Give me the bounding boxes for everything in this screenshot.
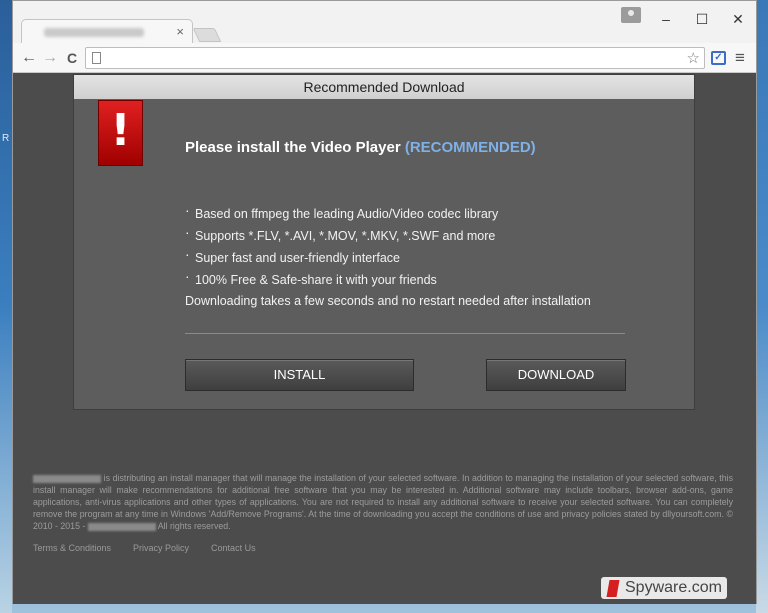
extension-check-icon[interactable]: ✓ — [711, 51, 726, 65]
address-bar[interactable]: ☆ — [85, 47, 705, 69]
watermark-text: Spyware.com — [625, 579, 722, 596]
maximize-button[interactable]: ☐ — [684, 1, 720, 37]
address-input[interactable] — [108, 50, 678, 66]
browser-window: × – ☐ ✕ ← → C ☆ ✓ ≡ Recommended Download… — [12, 0, 757, 604]
window-controls: – ☐ ✕ — [648, 1, 756, 37]
divider — [185, 333, 625, 334]
page-content: Recommended Download ! Please install th… — [13, 74, 756, 604]
new-tab-button[interactable] — [192, 28, 222, 42]
list-item: 100% Free & Safe-share it with your frie… — [185, 265, 498, 291]
list-item: Based on ffmpeg the leading Audio/Video … — [185, 199, 498, 225]
terms-link[interactable]: Terms & Conditions — [33, 543, 111, 553]
title-bar: × – ☐ ✕ — [13, 1, 756, 45]
footer-links: Terms & Conditions Privacy Policy Contac… — [33, 543, 256, 553]
privacy-link[interactable]: Privacy Policy — [133, 543, 189, 553]
watermark: Spyware.com — [601, 577, 727, 599]
legal-disclaimer: is distributing an install manager that … — [33, 472, 733, 532]
download-note: Downloading takes a few seconds and no r… — [185, 294, 591, 308]
redacted-company-name — [33, 474, 101, 483]
list-item: Super fast and user-friendly interface — [185, 243, 498, 269]
dialog-headline: Please install the Video Player (RECOMME… — [185, 139, 536, 156]
exclamation-glyph: ! — [110, 105, 131, 156]
tab-close-icon[interactable]: × — [176, 24, 184, 39]
dialog-title: Recommended Download — [74, 75, 694, 99]
alert-icon: ! — [98, 100, 143, 166]
back-icon[interactable]: ← — [19, 48, 39, 68]
download-dialog: Recommended Download ! Please install th… — [73, 74, 695, 410]
desktop-edge-text: R — [2, 133, 10, 144]
install-button[interactable]: INSTALL — [185, 359, 414, 391]
list-item: Supports *.FLV, *.AVI, *.MOV, *.MKV, *.S… — [185, 221, 498, 247]
headline-text: Please install the Video Player — [185, 139, 401, 156]
profile-icon[interactable] — [621, 7, 641, 23]
reload-icon[interactable]: C — [62, 48, 82, 68]
recommended-tag: (RECOMMENDED) — [404, 139, 536, 156]
page-icon — [92, 52, 101, 64]
desktop-background-right — [756, 0, 768, 613]
browser-tab[interactable]: × — [21, 19, 193, 45]
browser-toolbar: ← → C ☆ ✓ ≡ — [13, 43, 756, 73]
menu-icon[interactable]: ≡ — [735, 48, 745, 68]
redacted-company-name — [87, 522, 156, 531]
feature-list: Based on ffmpeg the leading Audio/Video … — [185, 199, 498, 291]
forward-icon[interactable]: → — [40, 48, 60, 68]
spyware-logo-icon — [606, 580, 623, 597]
download-button[interactable]: DOWNLOAD — [486, 359, 626, 391]
desktop-background-left: R — [0, 0, 12, 613]
tab-title-redacted — [44, 28, 144, 37]
minimize-button[interactable]: – — [648, 1, 684, 37]
legal-rights: All rights reserved. — [157, 521, 231, 531]
bookmark-star-icon[interactable]: ☆ — [687, 49, 700, 67]
close-button[interactable]: ✕ — [720, 1, 756, 37]
contact-link[interactable]: Contact Us — [211, 543, 256, 553]
